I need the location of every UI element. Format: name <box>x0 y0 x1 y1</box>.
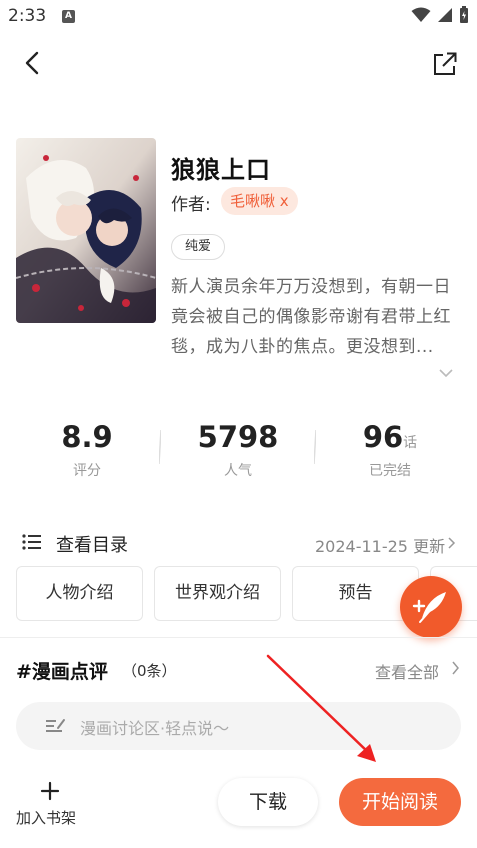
comic-description[interactable]: 新人演员余年万万没想到，有朝一日竟会被自己的偶像影帝谢有君带上红毯，成为八卦的焦… <box>171 272 456 362</box>
author-label: 作者: <box>171 195 211 215</box>
episodes-unit: 话 <box>403 435 418 451</box>
chevron-right-icon[interactable] <box>447 537 456 549</box>
author-chip[interactable]: 毛啾啾 x <box>221 187 298 215</box>
back-icon[interactable] <box>18 48 48 78</box>
notification-badge: A <box>62 10 75 23</box>
stat-divider <box>314 430 316 464</box>
battery-icon <box>460 6 468 23</box>
rating-value: 8.9 <box>61 420 113 454</box>
signal-icon <box>438 8 452 22</box>
worldview-button[interactable]: 世界观介绍 <box>154 566 281 621</box>
reviews-count: （0条） <box>122 662 177 680</box>
status-time: 2:33 <box>8 6 47 26</box>
add-to-shelf-button[interactable]: 加入书架 <box>16 807 76 828</box>
episodes-value: 96 <box>362 420 404 454</box>
comment-input[interactable]: 漫画讨论区·轻点说～ <box>16 702 461 750</box>
reviews-title: #漫画点评 <box>16 661 108 683</box>
episodes-stat: 96话 已完结 <box>330 420 450 480</box>
chevron-right-icon[interactable] <box>451 661 460 675</box>
stat-divider <box>159 430 161 464</box>
comment-placeholder: 漫画讨论区·轻点说～ <box>80 719 230 738</box>
start-reading-button[interactable]: 开始阅读 <box>339 778 461 826</box>
status-icons <box>411 6 469 24</box>
list-icon[interactable] <box>22 533 42 551</box>
section-divider <box>0 637 477 638</box>
episodes-status: 已完结 <box>369 463 411 479</box>
write-review-fab[interactable] <box>400 576 462 638</box>
download-button[interactable]: 下载 <box>218 778 318 826</box>
cover-illustration <box>16 138 156 323</box>
update-date[interactable]: 2024-11-25 更新 <box>315 533 445 557</box>
rating-label: 评分 <box>73 463 101 479</box>
comic-title: 狼狼上口 <box>171 156 271 184</box>
share-icon[interactable] <box>430 50 460 78</box>
popularity-stat: 5798 人气 <box>178 420 298 480</box>
quill-icon <box>412 592 446 623</box>
chevron-down-icon[interactable] <box>439 368 453 378</box>
popularity-label: 人气 <box>224 463 252 479</box>
comic-cover[interactable] <box>16 138 156 323</box>
characters-button[interactable]: 人物介绍 <box>16 566 143 621</box>
popularity-value: 5798 <box>197 420 279 454</box>
edit-lines-icon <box>46 719 65 732</box>
annotation-arrow <box>266 654 376 762</box>
genre-tag[interactable]: 纯爱 <box>171 234 225 260</box>
wifi-icon <box>411 7 431 22</box>
status-bar: 2:33 A <box>0 0 477 34</box>
rating-stat: 8.9 评分 <box>27 420 147 480</box>
plus-icon[interactable] <box>40 781 60 801</box>
catalog-link[interactable]: 查看目录 <box>56 531 128 557</box>
